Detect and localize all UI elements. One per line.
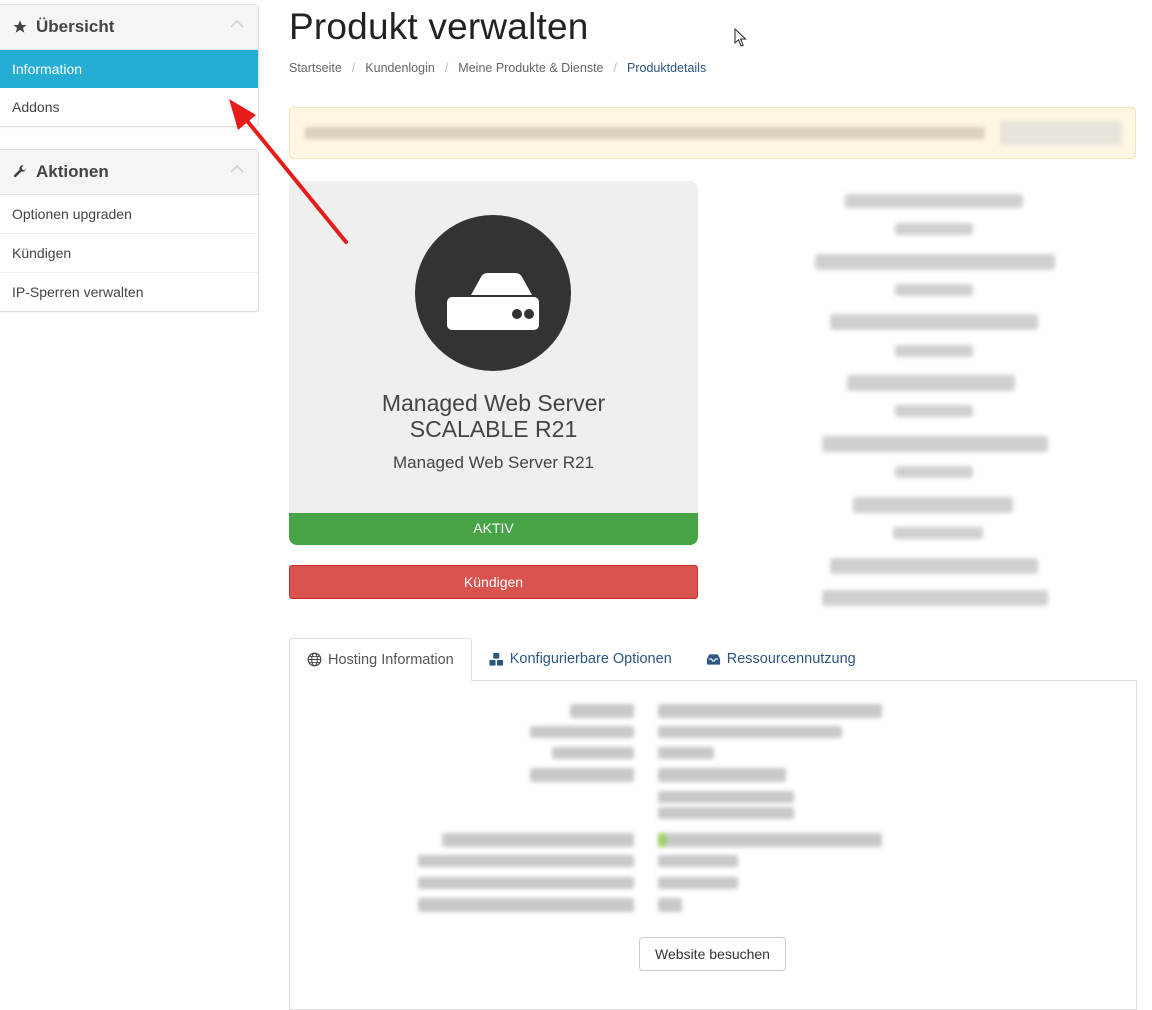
tab-label: Konfigurierbare Optionen xyxy=(509,651,672,667)
product-name-line2: SCALABLE R21 xyxy=(409,416,578,442)
sidebar-item-addons[interactable]: Addons xyxy=(0,88,258,126)
breadcrumb-separator: / xyxy=(351,61,356,75)
redacted-notice-button xyxy=(1000,121,1122,145)
star-icon xyxy=(12,19,28,35)
server-icon xyxy=(415,215,571,371)
page-title: Produkt verwalten xyxy=(289,6,589,47)
tab-hosting-information[interactable]: Hosting Information xyxy=(289,638,472,681)
visit-website-button[interactable]: Website besuchen xyxy=(639,937,786,971)
sidebar-item-upgrade-options[interactable]: Optionen upgraden xyxy=(0,195,258,234)
mouse-cursor-icon xyxy=(734,28,747,47)
chevron-up-icon[interactable] xyxy=(230,19,244,29)
cancel-button[interactable]: Kündigen xyxy=(289,565,698,599)
overview-panel-header[interactable]: Übersicht xyxy=(0,5,258,50)
redacted-notice-text xyxy=(305,127,985,139)
tab-label: Hosting Information xyxy=(328,651,454,668)
redacted-product-details xyxy=(800,190,1070,620)
sidebar-actions-panel: Aktionen Optionen upgraden Kündigen IP-S… xyxy=(0,149,259,312)
breadcrumb-client-login[interactable]: Kundenlogin xyxy=(365,61,435,75)
hosting-information-pane: Website besuchen xyxy=(289,680,1137,1010)
actions-panel-title: Aktionen xyxy=(36,162,109,181)
sidebar-item-information[interactable]: Information xyxy=(0,50,258,88)
breadcrumb-home[interactable]: Startseite xyxy=(289,61,342,75)
product-name-line1: Managed Web Server xyxy=(381,390,606,416)
cubes-icon xyxy=(489,652,504,667)
breadcrumb: Startseite / Kundenlogin / Meine Produkt… xyxy=(289,61,706,75)
sidebar-item-ip-blocks[interactable]: IP-Sperren verwalten xyxy=(0,273,258,311)
product-group: Managed Web Server R21 xyxy=(393,453,594,472)
sidebar-overview-panel: Übersicht Information Addons xyxy=(0,4,259,127)
actions-panel-header[interactable]: Aktionen xyxy=(0,150,258,195)
wrench-icon xyxy=(12,164,28,180)
sidebar-item-cancel[interactable]: Kündigen xyxy=(0,234,258,273)
notice-alert xyxy=(289,107,1136,159)
product-name: Managed Web Server SCALABLE R21 xyxy=(289,390,698,442)
breadcrumb-my-products[interactable]: Meine Produkte & Dienste xyxy=(458,61,603,75)
tab-configurable-options[interactable]: Konfigurierbare Optionen xyxy=(472,638,689,680)
chevron-up-icon[interactable] xyxy=(230,164,244,174)
tab-resource-usage[interactable]: Ressourcennutzung xyxy=(689,638,873,680)
inbox-icon xyxy=(706,652,721,667)
product-card: Managed Web Server SCALABLE R21 Managed … xyxy=(289,181,698,513)
status-badge: AKTIV xyxy=(289,513,698,545)
breadcrumb-separator: / xyxy=(444,61,449,75)
overview-panel-title: Übersicht xyxy=(36,17,115,36)
globe-icon xyxy=(307,652,322,667)
breadcrumb-current: Produktdetails xyxy=(627,61,707,75)
breadcrumb-separator: / xyxy=(613,61,617,75)
tab-label: Ressourcennutzung xyxy=(726,651,856,667)
tab-bar: Hosting Information Konfigurierbare Opti… xyxy=(289,638,873,681)
